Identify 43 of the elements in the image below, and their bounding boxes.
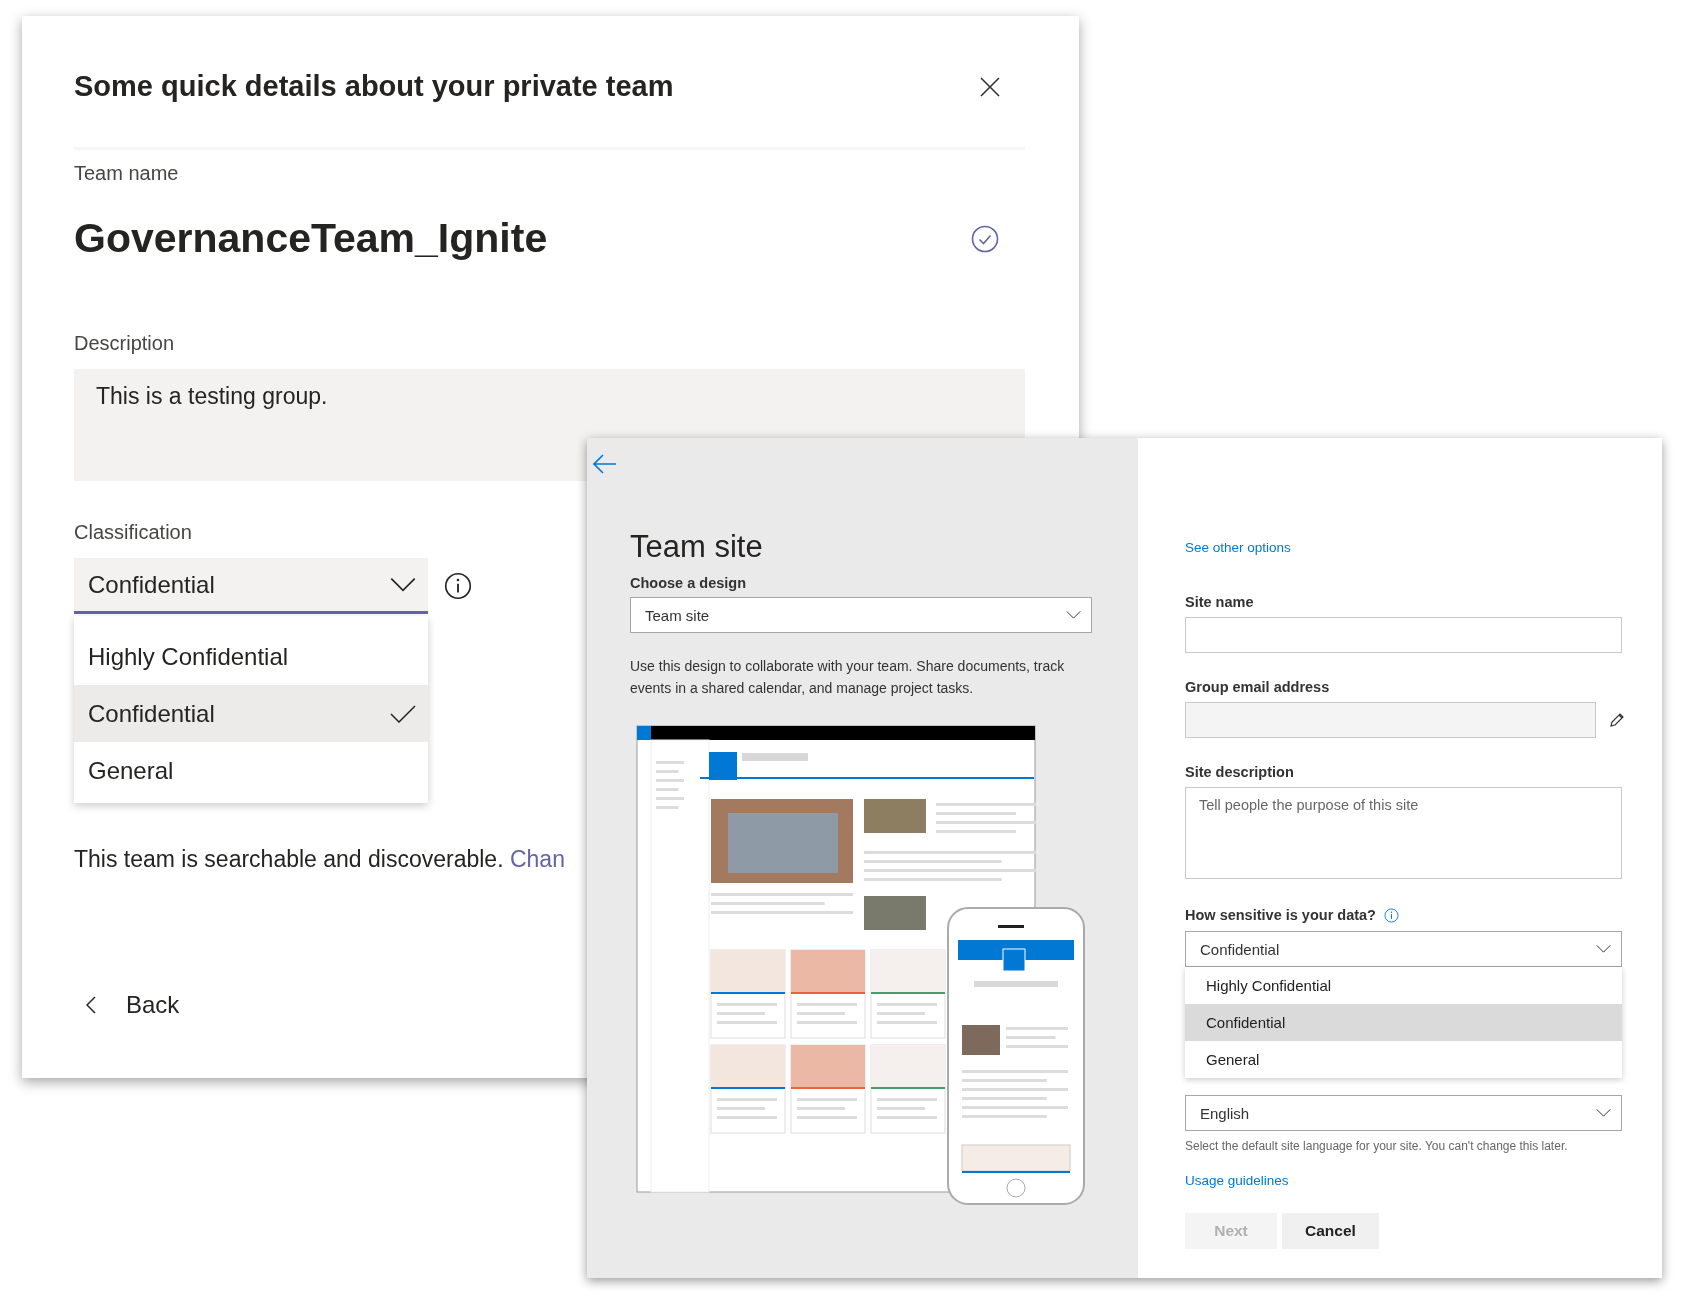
- classification-dropdown[interactable]: Confidential: [74, 558, 428, 614]
- chevron-down-icon: [1596, 944, 1611, 954]
- description-field[interactable]: Tell people the purpose of this site: [1185, 787, 1622, 879]
- chevron-down-icon: [1066, 610, 1081, 620]
- classification-option[interactable]: Confidential: [74, 685, 428, 742]
- chevron-down-icon: [1596, 1108, 1611, 1118]
- field-label: Site name: [1185, 594, 1255, 610]
- dialog-title: Some quick details about your private team: [74, 70, 674, 103]
- field-label: Group email address: [1185, 679, 1331, 695]
- discoverability-text: This team is searchable and discoverable.: [74, 846, 505, 872]
- pencil-icon[interactable]: [1609, 712, 1625, 728]
- language-dropdown[interactable]: English: [1185, 1095, 1622, 1131]
- sensitivity-option[interactable]: Highly Confidential: [1185, 967, 1622, 1004]
- other-options-link[interactable]: See other options: [1185, 540, 1291, 555]
- design-dropdown[interactable]: Team site: [630, 597, 1092, 633]
- panel-heading: Team site: [630, 529, 764, 565]
- checkmark-icon: [390, 704, 416, 723]
- chevron-left-icon: [86, 996, 96, 1014]
- classification-label: Classification: [74, 521, 192, 544]
- sensitivity-option[interactable]: General: [1185, 1041, 1622, 1078]
- site-name-field[interactable]: [1185, 617, 1622, 653]
- usage-guidelines-link[interactable]: Usage guidelines: [1185, 1173, 1289, 1188]
- team-name-label: Team name: [74, 162, 179, 185]
- chevron-down-icon: [390, 577, 416, 592]
- team-name: GovernanceTeam_Ignite: [74, 215, 548, 262]
- classification-option[interactable]: General: [74, 742, 428, 799]
- email-field[interactable]: [1185, 702, 1596, 738]
- close-button[interactable]: [980, 76, 1000, 97]
- field-label: Site description: [1185, 764, 1295, 780]
- description-label: Description: [74, 332, 175, 355]
- close-icon: [980, 76, 1000, 97]
- info-icon[interactable]: [444, 572, 472, 600]
- dialog-button[interactable]: Cancel: [1282, 1213, 1379, 1249]
- back-button[interactable]: Back: [74, 991, 180, 1019]
- arrow-left-icon: [593, 454, 617, 474]
- sensitivity-dropdown[interactable]: Confidential: [1185, 931, 1622, 967]
- sensitivity-label: How sensitive is your data?: [1185, 907, 1376, 923]
- sensitivity-option[interactable]: Confidential: [1185, 1004, 1622, 1041]
- change-link[interactable]: Chan: [509, 846, 565, 872]
- language-help-text: Select the default site language for your site. You can't change this later.: [1185, 1139, 1569, 1153]
- design-description: Use this design to collaborate with your team. Share documents, track events in a shared calendar, and manage project tasks.: [630, 657, 1066, 698]
- classification-option[interactable]: Highly Confidential: [74, 628, 428, 685]
- design-label: Choose a design: [630, 575, 748, 591]
